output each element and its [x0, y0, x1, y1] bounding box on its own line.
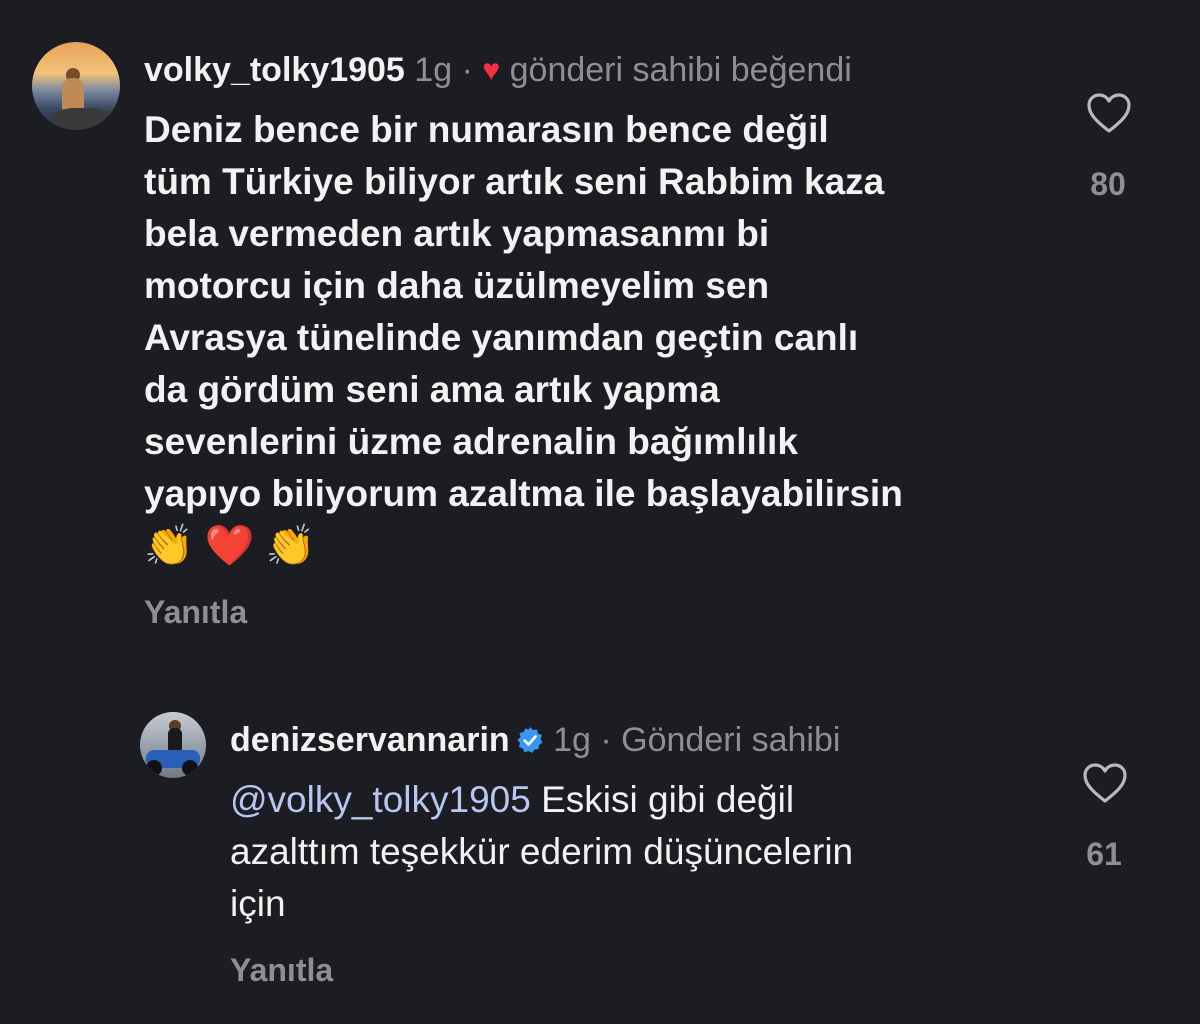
comment-1-line: da gördüm seni ama artık yapma	[144, 369, 720, 410]
comment-2-line: için	[230, 883, 286, 924]
comment-2-username[interactable]: denizservannarin	[230, 721, 510, 759]
liked-by-owner-label: gönderi sahibi beğendi	[509, 51, 852, 89]
heart-outline-icon[interactable]	[1086, 92, 1132, 134]
comment-2-line: azalttım teşekkür ederim düşüncelerin	[230, 831, 854, 872]
comment-1-header: volky_tolky1905 1g · ♥ gönderi sahibi be…	[144, 50, 852, 91]
liked-heart-icon: ♥	[482, 54, 501, 87]
avatar-wheel	[182, 760, 198, 776]
comment-1-line: Deniz bence bir numarasın bence değil	[144, 109, 829, 150]
comment-2-header: denizservannarin 1g · Gönderi sahibi	[230, 720, 840, 760]
like-count: 80	[1090, 166, 1126, 202]
comment-1-time: 1g	[414, 51, 453, 89]
separator-dot: ·	[600, 721, 612, 759]
comment-2-line-1-text: Eskisi gibi değil	[530, 779, 795, 820]
like-count: 61	[1086, 836, 1122, 872]
avatar-denizservannarin[interactable]	[140, 712, 206, 778]
verified-badge-icon	[516, 723, 544, 753]
comment-1-emojis: 👏 ❤️ 👏	[144, 524, 316, 568]
avatar-rock	[52, 108, 112, 130]
comment-2-body: @volky_tolky1905 Eskisi gibi değil azalt…	[230, 774, 853, 930]
reply-button[interactable]: Yanıtla	[230, 952, 333, 989]
comment-1-line: motorcu için daha üzülmeyelim sen	[144, 265, 770, 306]
comment-1-body: Deniz bence bir numarasın bence değil tü…	[144, 104, 903, 572]
comment-2-time: 1g	[553, 721, 591, 759]
comment-1-line: Avrasya tünelinde yanımdan geçtin canlı	[144, 317, 859, 358]
comment-1-line: bela vermeden artık yapmasanmı bi	[144, 213, 770, 254]
comment-1-line: tüm Türkiye biliyor artık seni Rabbim ka…	[144, 161, 885, 202]
heart-outline-icon[interactable]	[1082, 762, 1128, 804]
comment-1-username[interactable]: volky_tolky1905	[144, 51, 405, 89]
comment-1-line: yapıyo biliyorum azaltma ile başlayabili…	[144, 473, 903, 514]
comment-2-line: @volky_tolky1905 Eskisi gibi değil	[230, 774, 853, 826]
comment-1-line: sevenlerini üzme adrenalin bağımlılık	[144, 421, 798, 462]
avatar-volky[interactable]	[32, 42, 120, 130]
avatar-wheel	[146, 760, 162, 776]
avatar-figure	[62, 78, 84, 112]
separator-dot: ·	[461, 51, 473, 89]
mention-link[interactable]: @volky_tolky1905	[230, 779, 531, 820]
post-owner-label: Gönderi sahibi	[621, 721, 841, 759]
reply-button[interactable]: Yanıtla	[144, 594, 247, 631]
